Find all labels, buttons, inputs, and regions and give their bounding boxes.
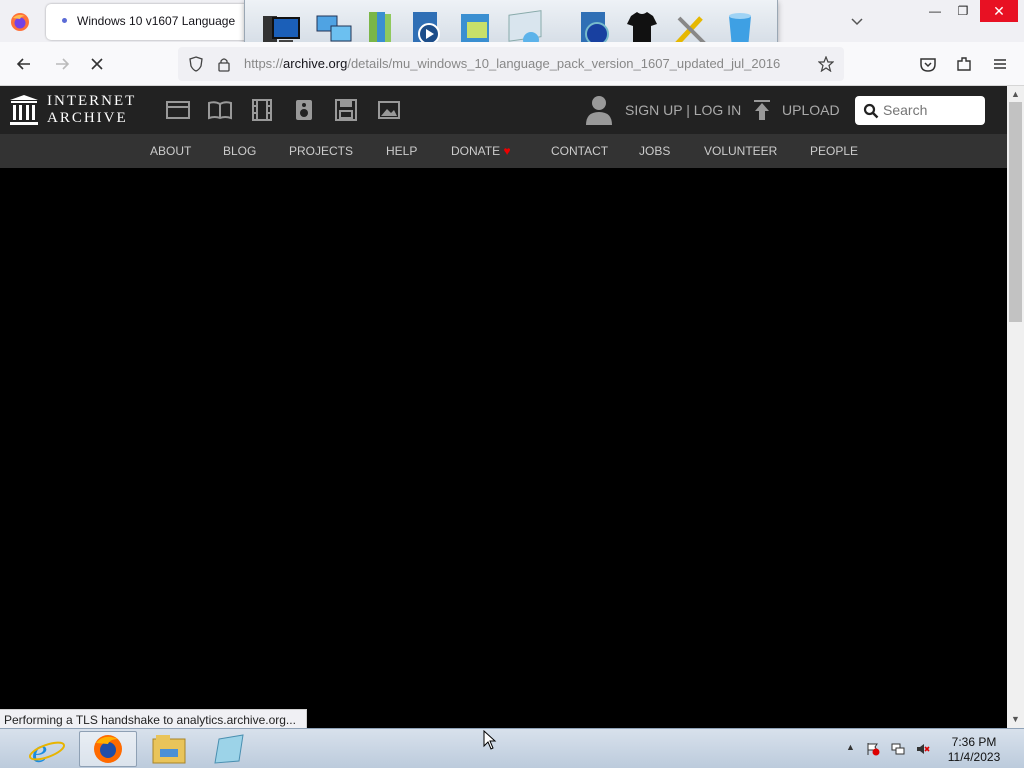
sign-up-log-in-link[interactable]: SIGN UP | LOG IN xyxy=(625,102,741,118)
status-bar: Performing a TLS handshake to analytics.… xyxy=(0,709,307,729)
ia-search-box[interactable] xyxy=(855,96,985,125)
system-clock[interactable]: 7:36 PM 11/4/2023 xyxy=(940,735,1008,765)
site-lock-icon[interactable] xyxy=(216,56,232,72)
web-archive-icon[interactable] xyxy=(165,99,191,121)
user-avatar-icon[interactable] xyxy=(585,94,613,126)
nav-jobs-link[interactable]: JOBS xyxy=(639,144,670,158)
taskbar-firefox-button[interactable] xyxy=(79,731,137,767)
nav-projects-link[interactable]: PROJECTS xyxy=(289,144,353,158)
internet-explorer-icon[interactable]: e xyxy=(18,731,76,767)
internet-archive-logo-icon[interactable] xyxy=(9,94,39,126)
url-text[interactable]: https://archive.org/details/mu_windows_1… xyxy=(244,56,804,71)
hamburger-menu-icon[interactable] xyxy=(990,54,1010,74)
upload-link[interactable]: UPLOAD xyxy=(782,102,840,118)
nav-donate-label: DONATE xyxy=(451,144,501,158)
search-input[interactable] xyxy=(883,102,979,118)
url-domain: archive.org xyxy=(283,56,348,71)
page-content-area xyxy=(0,168,1007,711)
scroll-down-arrow-icon[interactable]: ▼ xyxy=(1011,714,1021,724)
logo-line-1: INTERNET xyxy=(47,93,137,109)
close-window-button[interactable]: ✕ xyxy=(980,0,1018,22)
scroll-up-arrow-icon[interactable]: ▲ xyxy=(1011,89,1021,99)
network-status-icon[interactable] xyxy=(891,742,905,756)
nav-people-link[interactable]: PEOPLE xyxy=(810,144,858,158)
back-arrow-icon[interactable] xyxy=(14,54,34,74)
scrollbar-thumb[interactable] xyxy=(1009,102,1022,322)
images-icon[interactable] xyxy=(375,99,401,121)
nav-blog-link[interactable]: BLOG xyxy=(223,144,256,158)
nav-volunteer-link[interactable]: VOLUNTEER xyxy=(704,144,777,158)
clock-time: 7:36 PM xyxy=(951,735,997,749)
nav-about-link[interactable]: ABOUT xyxy=(150,144,191,158)
nav-donate-link[interactable]: DONATE ♥ xyxy=(451,144,511,158)
mouse-cursor-icon xyxy=(483,730,497,750)
forward-arrow-icon[interactable] xyxy=(52,54,72,74)
heart-icon: ♥ xyxy=(503,144,511,158)
loading-indicator-icon xyxy=(62,18,67,23)
nav-contact-link[interactable]: CONTACT xyxy=(551,144,608,158)
logo-line-2: ARCHIVE xyxy=(47,110,128,126)
file-explorer-icon[interactable] xyxy=(140,731,198,767)
address-bar[interactable]: https://archive.org/details/mu_windows_1… xyxy=(178,47,844,81)
clock-date: 11/4/2023 xyxy=(947,750,1001,764)
list-all-tabs-icon[interactable] xyxy=(848,12,866,30)
ia-nav-bar: ABOUT BLOG PROJECTS HELP DONATE ♥ CONTAC… xyxy=(0,134,1007,168)
action-center-flag-icon[interactable] xyxy=(866,742,880,756)
bookmark-star-icon[interactable] xyxy=(818,56,834,72)
tab-title: Windows 10 v1607 Language P xyxy=(77,14,237,28)
extensions-icon[interactable] xyxy=(954,54,974,74)
browser-tab-active[interactable]: Windows 10 v1607 Language P ✕ xyxy=(46,4,266,40)
search-icon xyxy=(863,103,879,119)
pocket-icon[interactable] xyxy=(918,54,938,74)
upload-arrow-icon[interactable] xyxy=(752,99,772,121)
desktop-app-icon[interactable] xyxy=(201,731,259,767)
texts-book-icon[interactable] xyxy=(207,99,233,121)
tracking-protection-shield-icon[interactable] xyxy=(188,56,204,72)
ia-top-bar: INTERNET ARCHIVE SIGN UP | LOG IN UPLOAD xyxy=(0,86,1007,134)
windows-taskbar: e ▲ 7:36 PM 11/4/2023 xyxy=(0,728,1024,768)
browser-nav-bar: https://archive.org/details/mu_windows_1… xyxy=(0,42,1024,86)
restore-button[interactable]: ❐ xyxy=(946,0,980,22)
stop-loading-icon[interactable] xyxy=(87,54,107,74)
software-floppy-icon[interactable] xyxy=(333,99,359,121)
volume-muted-icon[interactable] xyxy=(916,742,930,756)
show-hidden-icons-icon[interactable]: ▲ xyxy=(846,742,856,754)
url-path: /details/mu_windows_10_language_pack_ver… xyxy=(347,56,781,71)
firefox-icon xyxy=(94,735,122,763)
nav-help-link[interactable]: HELP xyxy=(386,144,417,158)
firefox-logo-icon[interactable] xyxy=(10,12,30,32)
url-prefix: https:// xyxy=(244,56,284,71)
internet-archive-wordmark[interactable]: INTERNET ARCHIVE xyxy=(47,93,157,127)
audio-speaker-icon[interactable] xyxy=(291,99,317,121)
video-film-icon[interactable] xyxy=(249,99,275,121)
vertical-scrollbar[interactable]: ▲ ▼ xyxy=(1007,86,1024,728)
